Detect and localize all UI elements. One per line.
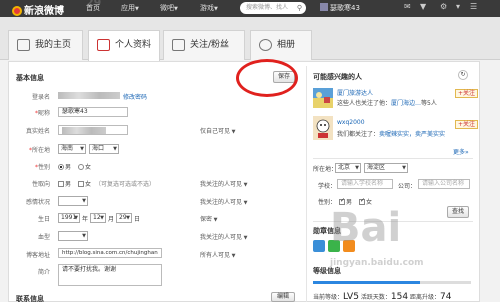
camera-icon [259, 39, 272, 51]
more-people-link[interactable]: 更多» [453, 147, 469, 156]
suggested-name-2[interactable]: wxq2000 [337, 119, 365, 126]
home-icon [17, 39, 30, 51]
gender-label: *性别 [34, 164, 50, 171]
intro-label: 简介 [37, 269, 50, 276]
realname-label: 真实姓名 [25, 128, 50, 135]
suggested-avatar-1[interactable] [313, 88, 333, 108]
orientation-privacy-select[interactable]: 我关注的人可见 ▼ [200, 179, 247, 188]
relationship-privacy-select[interactable]: 我关注的人可见 ▼ [200, 197, 247, 206]
blood-select[interactable]: ▼ [58, 231, 88, 241]
orientation-male-checkbox[interactable]: 男 [58, 179, 71, 188]
user-avatar-icon [320, 3, 328, 11]
weibo-logo[interactable]: 新浪微博 [12, 2, 64, 17]
refresh-icon[interactable]: ↻ [458, 70, 468, 80]
region-label: 所在地： [313, 166, 338, 173]
blood-label: 血型 [37, 234, 50, 241]
level-progress-fill [313, 281, 421, 284]
birth-month-select[interactable]: 12 ▼ [90, 213, 106, 223]
birthday-privacy-select[interactable]: 保密 ▼ [200, 214, 217, 223]
settings-icon[interactable]: ⚙ [440, 2, 447, 11]
tab-album[interactable]: 相册 [250, 30, 312, 60]
relationship-select[interactable]: ▼ [58, 196, 88, 206]
medal-blue-icon[interactable] [313, 240, 325, 252]
search-icon[interactable]: ⚲ [297, 2, 302, 14]
message-icon[interactable]: ☰ [470, 2, 477, 11]
tab-profile[interactable]: 个人资料 [88, 30, 160, 61]
column-divider [306, 66, 307, 302]
follow-button-1[interactable]: +关注 [455, 89, 479, 98]
year-unit: 年 [82, 216, 89, 223]
top-user-link[interactable]: 瑟歌寒43 [320, 3, 360, 13]
login-name-label: 登录名 [31, 94, 50, 101]
suggested-reason-2: 我们都关注了：卖喔辣实实，卖严美实实 [337, 131, 446, 138]
notify-icon[interactable]: ▼ [420, 2, 426, 11]
orientation-hint: （可复选可选或不选） [95, 181, 156, 188]
orientation-female-checkbox[interactable]: 女 [78, 179, 91, 188]
birth-day-select[interactable]: 29 ▼ [116, 213, 132, 223]
contact-info-title: 联系信息 [16, 295, 44, 302]
company-input[interactable]: 请输入公司名称 [418, 179, 470, 189]
top-navigation-bar: 29 新浪微博 首页 应用▼ 微吧▼ 游戏▼ 搜索微博、找人 ⚲ 瑟歌寒43 ✉ … [0, 0, 500, 17]
realname-masked [62, 127, 106, 134]
settings-dropdown-icon[interactable]: ▾ [456, 2, 460, 11]
find-button[interactable]: 查找 [447, 206, 469, 218]
realname-privacy-select[interactable]: 仅自己可见 ▼ [200, 126, 235, 135]
blog-url-input[interactable]: http://blog.sina.com.cn/chujinghan [58, 248, 162, 258]
baidu-watermark-domain: jingyan.baidu.com [330, 258, 424, 268]
profile-tab-band: 我的主页 个人资料 关注/粉丝 相册 [0, 17, 500, 61]
gender-male-radio[interactable]: 男 [58, 162, 71, 171]
tab-my-home[interactable]: 我的主页 [8, 30, 83, 60]
nickname-label: *昵称 [34, 110, 50, 117]
suggested-reason-1: 这些人也关注了他：厦门海边…等5人 [337, 100, 437, 107]
province-select[interactable]: 海南 ▼ [58, 144, 86, 154]
top-search-input[interactable]: 搜索微博、找人 ⚲ [240, 2, 306, 14]
city-select[interactable]: 海口 ▼ [89, 144, 119, 154]
suggested-people-title: 可能感兴趣的人 [313, 73, 362, 81]
baidu-watermark: Bai [330, 205, 402, 251]
intro-textarea[interactable]: 请不要打扰我。谢谢 [58, 264, 162, 286]
school-input[interactable]: 请输入学校名称 [337, 179, 393, 189]
month-unit: 月 [108, 216, 115, 223]
gender-female-radio[interactable]: 女 [78, 162, 91, 171]
region-district-select[interactable]: 海淀区 ▼ [364, 163, 408, 173]
highlight-circle [236, 59, 298, 97]
follow-icon [172, 39, 185, 51]
company-label: 公司： [398, 183, 417, 190]
follow-button-2[interactable]: +关注 [455, 120, 479, 129]
profile-card-icon [97, 39, 110, 51]
blog-label: 博客地址 [25, 252, 50, 259]
blog-privacy-select[interactable]: 所有人可见 ▼ [200, 250, 235, 259]
school-label: 学校： [318, 183, 337, 190]
basic-info-title: 基本信息 [16, 74, 44, 82]
orientation-label: 性取向 [31, 181, 50, 188]
weibo-eye-icon [12, 6, 22, 16]
edit-contact-button[interactable]: 编辑 [271, 292, 295, 302]
modify-password-link[interactable]: 修改密码 [123, 92, 147, 101]
location-label: *所在地 [28, 147, 50, 154]
nav-home[interactable]: 首页 [86, 3, 100, 13]
blood-privacy-select[interactable]: 我关注的人可见 ▼ [200, 232, 247, 241]
level-progress-bar [313, 281, 471, 284]
day-unit: 日 [134, 216, 141, 223]
level-stats: 当前等级：LV5 活跃天数：154 距离升级：74 [313, 292, 452, 302]
birthday-label: 生日 [37, 216, 50, 223]
relationship-label: 感情状况 [25, 199, 50, 206]
side-divider-1 [313, 158, 473, 159]
login-name-masked [58, 92, 120, 99]
nav-apps[interactable]: 应用▼ [121, 3, 139, 13]
birth-year-select[interactable]: 1991 ▼ [58, 213, 80, 223]
nav-weiba[interactable]: 微吧▼ [160, 3, 178, 13]
tab-follow-fans[interactable]: 关注/粉丝 [163, 30, 245, 60]
suggested-name-1[interactable]: 厦门旅游达人 [337, 88, 373, 97]
region-province-select[interactable]: 北京 ▼ [335, 163, 361, 173]
mail-icon[interactable]: ✉ [404, 2, 411, 11]
nickname-input[interactable]: 瑟歌寒43 [58, 107, 128, 117]
suggested-avatar-2[interactable] [313, 116, 333, 140]
nav-games[interactable]: 游戏▼ [200, 3, 218, 13]
